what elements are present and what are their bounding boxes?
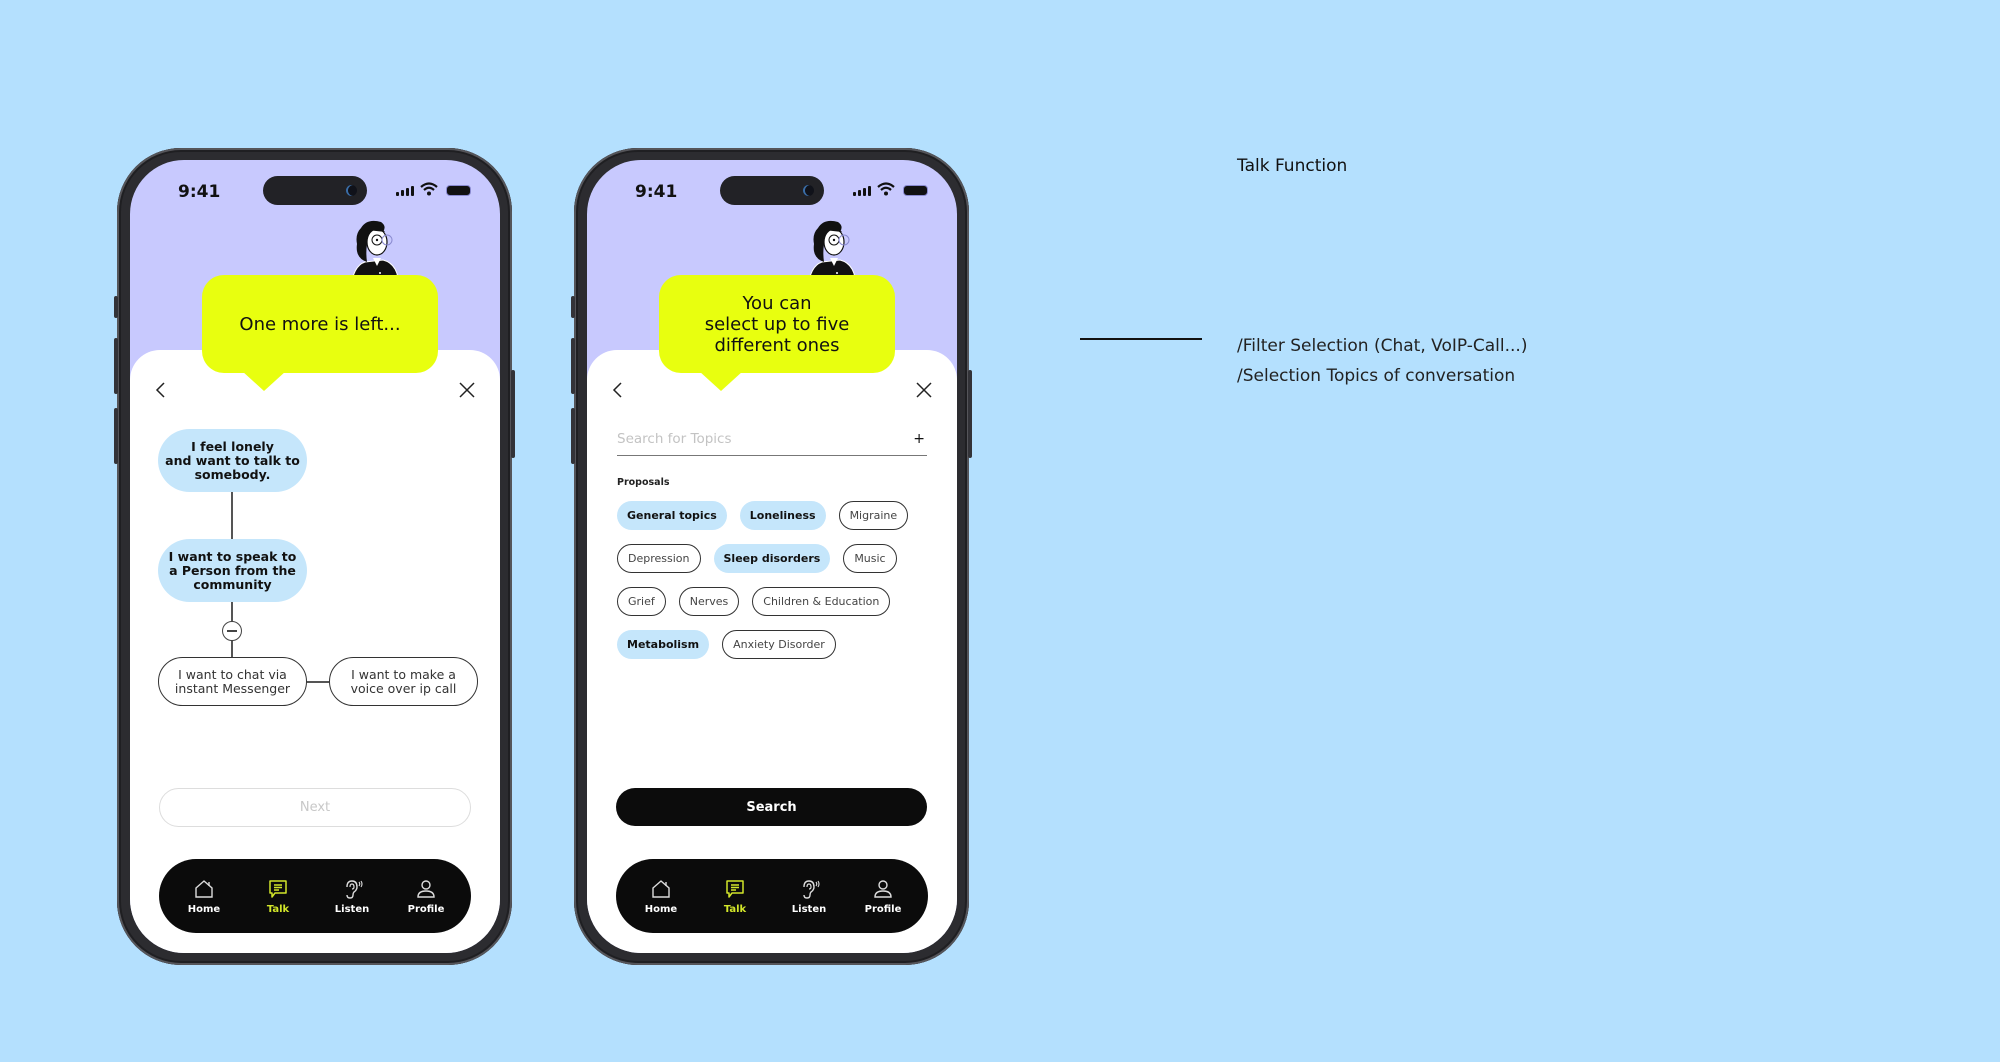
flow-node-feeling[interactable]: I feel lonely and want to talk to somebo… (158, 429, 307, 492)
battery-icon (903, 185, 928, 196)
dynamic-island (263, 176, 367, 205)
tab-home[interactable]: Home (626, 878, 696, 915)
status-bar: 9:41 (587, 160, 957, 210)
option-chat-messenger[interactable]: I want to chat via instant Messenger (158, 657, 307, 706)
chip-row: Grief Nerves Children & Education (617, 587, 937, 616)
flow-connector (231, 492, 233, 539)
phone-screen: 9:41 You can select up to five different… (587, 160, 957, 953)
tab-profile[interactable]: Profile (391, 878, 461, 915)
tab-bar: Home Talk Listen Profile (616, 859, 928, 933)
topic-chip[interactable]: Depression (617, 544, 701, 573)
power-button (968, 370, 972, 458)
annotation-list: /Filter Selection (Chat, VoIP-Call...) /… (1237, 331, 1527, 391)
topic-chip[interactable]: General topics (617, 501, 727, 530)
topic-chip[interactable]: Anxiety Disorder (722, 630, 836, 659)
tab-label: Listen (791, 903, 827, 915)
status-time: 9:41 (635, 182, 678, 202)
tab-talk[interactable]: Talk (700, 878, 770, 915)
topic-search-input[interactable] (617, 425, 897, 453)
proposals-heading: Proposals (617, 477, 670, 488)
chat-icon (269, 879, 287, 898)
tab-bar: Home Talk Listen Profile (159, 859, 471, 933)
wifi-icon (877, 182, 895, 196)
ear-icon (346, 879, 363, 899)
speech-bubble: One more is left... (202, 275, 438, 391)
phone-screen: 9:41 One more is left... I feel lonely a… (130, 160, 500, 953)
add-topic-plus-icon[interactable]: + (913, 431, 925, 447)
chip-row: Metabolism Anxiety Disorder (617, 630, 937, 659)
camera-icon (803, 185, 814, 196)
power-button (511, 370, 515, 458)
chat-icon (726, 879, 744, 898)
dynamic-island (720, 176, 824, 205)
section-title: Talk Function (1237, 156, 1348, 176)
status-time: 9:41 (178, 182, 221, 202)
tab-label: Profile (407, 903, 445, 915)
status-bar: 9:41 (130, 160, 500, 210)
collapse-minus-button[interactable] (222, 621, 242, 641)
topic-chips: General topics Loneliness Migraine Depre… (617, 501, 937, 673)
tab-home[interactable]: Home (169, 878, 239, 915)
back-chevron-icon[interactable] (152, 380, 170, 400)
user-icon (417, 879, 435, 898)
annotation-item: /Filter Selection (Chat, VoIP-Call...) (1237, 336, 1528, 356)
home-icon (652, 879, 670, 898)
topic-chip[interactable]: Migraine (838, 501, 909, 530)
flow-connector (307, 681, 329, 683)
flow-node-community[interactable]: I want to speak to a Person from the com… (158, 539, 307, 602)
topic-chip[interactable]: Loneliness (739, 501, 826, 530)
ear-icon (803, 879, 820, 899)
home-icon (195, 879, 213, 898)
search-button[interactable]: Search (616, 788, 927, 826)
tab-label: Talk (266, 903, 290, 915)
tab-label: Profile (864, 903, 902, 915)
annotation-divider-line (1080, 338, 1202, 340)
tab-label: Listen (334, 903, 370, 915)
topic-chip[interactable]: Metabolism (617, 630, 710, 659)
speech-bubble: You can select up to five different ones (659, 275, 895, 391)
topic-chip[interactable]: Nerves (678, 587, 740, 616)
tab-listen[interactable]: Listen (317, 878, 387, 915)
close-icon[interactable] (915, 380, 933, 400)
signal-icon (396, 186, 414, 196)
volume-down-button (571, 408, 575, 464)
back-chevron-icon[interactable] (609, 380, 627, 400)
annotation-item: /Selection Topics of conversation (1237, 366, 1516, 386)
phone-mockup-filter: 9:41 One more is left... I feel lonely a… (114, 148, 515, 965)
option-voip-call[interactable]: I want to make a voice over ip call (329, 657, 478, 706)
chip-row: Depression Sleep disorders Music (617, 544, 937, 573)
tab-profile[interactable]: Profile (848, 878, 918, 915)
topic-search-field: + (617, 425, 927, 456)
topic-chip[interactable]: Music (843, 544, 897, 573)
action-button (571, 296, 575, 318)
tab-listen[interactable]: Listen (774, 878, 844, 915)
wifi-icon (420, 182, 438, 196)
signal-icon (853, 186, 871, 196)
volume-down-button (114, 408, 118, 464)
action-button (114, 296, 118, 318)
volume-up-button (571, 338, 575, 394)
tab-label: Home (187, 903, 221, 915)
user-icon (874, 879, 892, 898)
chip-row: General topics Loneliness Migraine (617, 501, 937, 530)
topic-chip[interactable]: Sleep disorders (713, 544, 831, 573)
next-button[interactable]: Next (159, 788, 471, 827)
topic-chip[interactable]: Grief (617, 587, 666, 616)
battery-icon (446, 185, 471, 196)
tab-talk[interactable]: Talk (243, 878, 313, 915)
tab-label: Home (644, 903, 678, 915)
tab-label: Talk (723, 903, 747, 915)
close-icon[interactable] (458, 380, 476, 400)
volume-up-button (114, 338, 118, 394)
phone-mockup-topics: 9:41 You can select up to five different… (571, 148, 972, 965)
camera-icon (346, 185, 357, 196)
topic-chip[interactable]: Children & Education (752, 587, 891, 616)
